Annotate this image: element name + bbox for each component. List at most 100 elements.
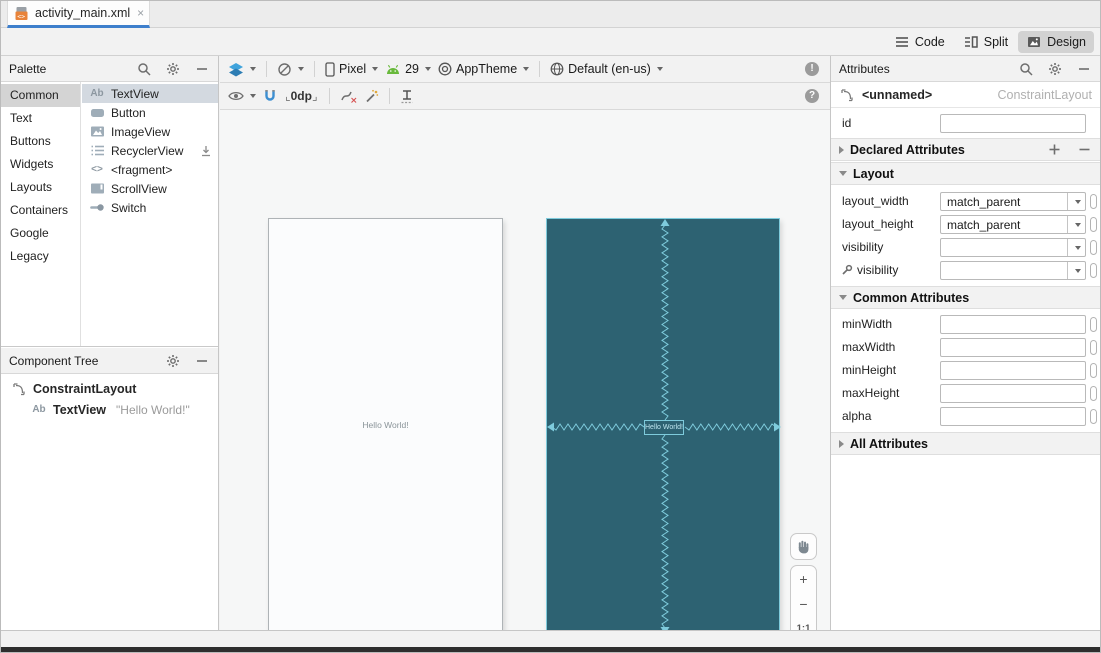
- palette-category-containers[interactable]: Containers: [1, 199, 80, 222]
- namespace-pill[interactable]: [1090, 363, 1097, 378]
- split-view-button[interactable]: Split: [955, 31, 1016, 53]
- search-icon[interactable]: [136, 61, 152, 77]
- palette-category-text[interactable]: Text: [1, 107, 80, 130]
- design-view-button[interactable]: Design: [1018, 30, 1094, 53]
- namespace-pill[interactable]: [1090, 340, 1097, 355]
- design-surface[interactable]: Hello World! Hello World! + − 1:1: [220, 111, 831, 652]
- common-attributes-section[interactable]: Common Attributes: [831, 286, 1100, 309]
- namespace-pill[interactable]: [1090, 317, 1097, 332]
- palette-item-scrollview[interactable]: ScrollView: [82, 179, 218, 198]
- pan-button[interactable]: [790, 533, 817, 560]
- palette-category-google[interactable]: Google: [1, 222, 80, 245]
- maxwidth-input[interactable]: [940, 338, 1086, 357]
- tree-node-textview[interactable]: Ab TextView "Hello World!": [1, 399, 218, 420]
- split-icon: [963, 34, 979, 50]
- minimize-icon[interactable]: [194, 61, 210, 77]
- id-input[interactable]: [940, 114, 1086, 133]
- chevron-down-icon: [1074, 268, 1081, 273]
- namespace-pill[interactable]: [1090, 409, 1097, 424]
- gear-icon[interactable]: [1047, 61, 1063, 77]
- palette-item-label: Button: [111, 105, 146, 120]
- add-attribute-icon[interactable]: [1046, 142, 1062, 158]
- api-level-label: 29: [405, 62, 419, 76]
- locale-label: Default (en-us): [568, 62, 651, 76]
- tab-close-icon[interactable]: ×: [136, 7, 145, 19]
- declared-attributes-section[interactable]: Declared Attributes: [831, 138, 1100, 161]
- chevron-down-icon: [656, 67, 663, 71]
- minwidth-input[interactable]: [940, 315, 1086, 334]
- palette-category-buttons[interactable]: Buttons: [1, 130, 80, 153]
- palette-item-recyclerview[interactable]: RecyclerView: [82, 141, 218, 160]
- layout-width-combo[interactable]: match_parent: [940, 192, 1086, 211]
- visibility-combo[interactable]: [940, 238, 1086, 257]
- combo-arrow-button[interactable]: [1067, 193, 1085, 210]
- code-icon: [894, 34, 910, 50]
- infer-constraints-button[interactable]: [364, 89, 379, 104]
- textview-icon: Ab: [32, 404, 46, 415]
- zoom-in-button[interactable]: +: [791, 566, 816, 591]
- design-hello-world-text[interactable]: Hello World!: [269, 420, 502, 430]
- minimize-icon[interactable]: [194, 353, 210, 369]
- help-icon[interactable]: ?: [805, 89, 819, 103]
- combo-value: match_parent: [947, 218, 1021, 232]
- palette-item-switch[interactable]: Switch: [82, 198, 218, 217]
- design-view-phone[interactable]: Hello World!: [268, 218, 503, 633]
- tree-node-constraintlayout[interactable]: ConstraintLayout: [1, 378, 218, 399]
- blueprint-hello-world-textview[interactable]: Hello World!: [644, 420, 684, 435]
- maxheight-input[interactable]: [940, 384, 1086, 403]
- gear-icon[interactable]: [165, 353, 181, 369]
- namespace-pill[interactable]: [1090, 194, 1097, 209]
- theme-selector[interactable]: AppTheme: [438, 62, 530, 76]
- orientation-selector[interactable]: [277, 62, 304, 77]
- tools-visibility-combo[interactable]: [940, 261, 1086, 280]
- palette-item-imageview[interactable]: ImageView: [82, 122, 218, 141]
- minimize-icon[interactable]: [1076, 61, 1092, 77]
- namespace-pill[interactable]: [1090, 263, 1097, 278]
- remove-attribute-icon[interactable]: [1076, 142, 1092, 158]
- combo-arrow-button[interactable]: [1067, 239, 1085, 256]
- palette-category-common[interactable]: Common: [1, 84, 80, 107]
- namespace-pill[interactable]: [1090, 240, 1097, 255]
- namespace-pill[interactable]: [1090, 386, 1097, 401]
- autoconnect-toggle[interactable]: [263, 89, 277, 103]
- search-icon[interactable]: [1018, 61, 1034, 77]
- constraintlayout-icon: [839, 87, 855, 103]
- gear-icon[interactable]: [165, 61, 181, 77]
- alpha-input[interactable]: [940, 407, 1086, 426]
- palette-category-legacy[interactable]: Legacy: [1, 245, 80, 268]
- combo-arrow-button[interactable]: [1067, 216, 1085, 233]
- palette-item-button[interactable]: Button: [82, 103, 218, 122]
- api-level-selector[interactable]: 29: [385, 62, 431, 76]
- code-view-label: Code: [914, 34, 945, 49]
- namespace-pill[interactable]: [1090, 217, 1097, 232]
- button-icon: [89, 105, 105, 121]
- xml-file-icon: <>: [14, 5, 29, 21]
- tab-activity-main-xml[interactable]: <> activity_main.xml ×: [7, 1, 150, 28]
- combo-arrow-button[interactable]: [1067, 262, 1085, 279]
- design-surface-selector[interactable]: [228, 62, 256, 77]
- blueprint-view-phone[interactable]: Hello World!: [546, 218, 781, 634]
- guideline-tools-button[interactable]: [400, 89, 414, 104]
- textview-icon: Ab: [90, 88, 104, 99]
- window-edge: [1, 647, 1100, 652]
- palette-category-layouts[interactable]: Layouts: [1, 176, 80, 199]
- view-options-button[interactable]: [228, 90, 256, 102]
- default-margin-selector[interactable]: 0dp: [284, 89, 319, 103]
- code-view-button[interactable]: Code: [886, 31, 953, 53]
- layout-height-combo[interactable]: match_parent: [940, 215, 1086, 234]
- component-name: <unnamed>: [862, 87, 933, 102]
- warning-icon[interactable]: !: [805, 62, 819, 76]
- palette-item-fragment[interactable]: <> <fragment>: [82, 160, 218, 179]
- palette-item-textview[interactable]: Ab TextView: [82, 84, 218, 103]
- device-selector[interactable]: Pixel: [325, 61, 379, 77]
- zoom-out-button[interactable]: −: [791, 591, 816, 616]
- clear-constraints-button[interactable]: ×: [340, 89, 357, 104]
- minheight-input[interactable]: [940, 361, 1086, 380]
- all-attributes-section[interactable]: All Attributes: [831, 432, 1100, 455]
- layout-section[interactable]: Layout: [831, 162, 1100, 185]
- locale-selector[interactable]: Default (en-us): [550, 62, 663, 76]
- palette-category-widgets[interactable]: Widgets: [1, 153, 80, 176]
- id-row: id: [831, 113, 1100, 135]
- wrench-icon: [841, 264, 853, 279]
- editor-tab-bar: <> activity_main.xml ×: [1, 1, 1100, 28]
